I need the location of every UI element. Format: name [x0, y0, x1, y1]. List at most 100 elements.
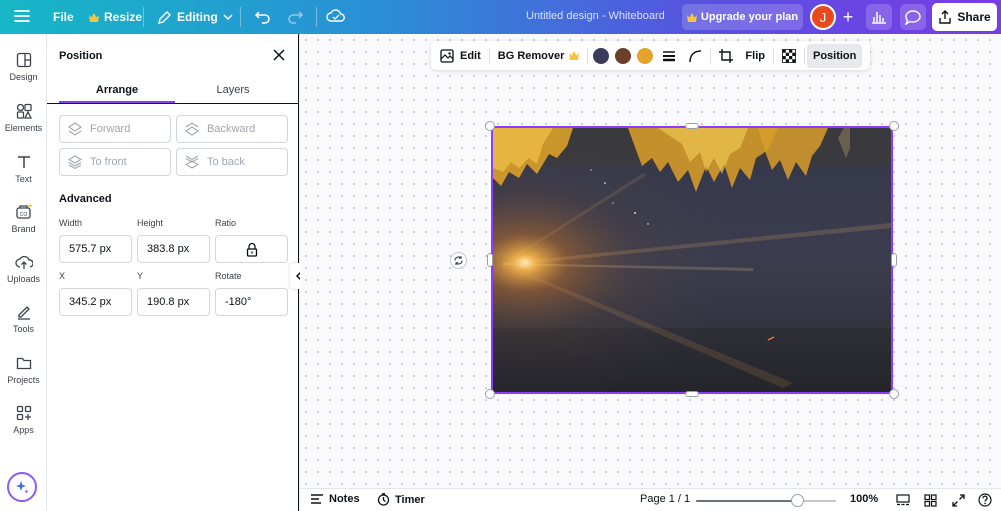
sidebar-item-label: Design: [9, 72, 38, 82]
panel-title: Position: [59, 50, 103, 62]
edit-image-button[interactable]: Edit: [434, 44, 487, 68]
resize-handle-bottom[interactable]: [685, 391, 699, 397]
sidebar-item-uploads[interactable]: Uploads: [0, 254, 47, 284]
y-input[interactable]: 190.8 px: [137, 288, 210, 316]
width-input[interactable]: 575.7 px: [59, 235, 132, 263]
grid-view-icon[interactable]: [924, 494, 937, 507]
crop-icon: [719, 48, 734, 63]
rotate-icon: [453, 255, 464, 266]
divider: [47, 103, 299, 104]
comment-button[interactable]: [900, 4, 926, 30]
avatar[interactable]: J: [810, 4, 836, 30]
tab-layers[interactable]: Layers: [175, 84, 291, 96]
speech-bubble-icon: [905, 9, 921, 25]
share-button[interactable]: Share: [932, 3, 997, 31]
add-collaborator-button[interactable]: +: [838, 4, 858, 30]
height-input[interactable]: 383.8 px: [137, 235, 210, 263]
border-style-button[interactable]: [656, 44, 682, 68]
position-button[interactable]: Position: [806, 43, 863, 68]
height-label: Height: [137, 218, 164, 228]
zoom-slider-thumb[interactable]: [790, 494, 804, 507]
chevron-down-icon: [223, 12, 233, 22]
upgrade-plan-button[interactable]: Upgrade your plan: [682, 4, 803, 30]
resize-handle-top-right[interactable]: [889, 121, 899, 131]
ratio-lock-button[interactable]: [215, 235, 288, 263]
close-icon[interactable]: [271, 47, 287, 63]
svg-text:CO: CO: [19, 212, 27, 218]
file-label: File: [53, 10, 74, 24]
x-input[interactable]: 345.2 px: [59, 288, 132, 316]
resize-handle-bottom-left[interactable]: [485, 389, 495, 399]
forward-button[interactable]: Forward: [59, 115, 171, 143]
page-view-icon[interactable]: [896, 494, 910, 506]
timer-button[interactable]: Timer: [377, 493, 425, 506]
selected-image[interactable]: [491, 126, 893, 394]
ratio-label: Ratio: [215, 218, 237, 228]
fullscreen-icon[interactable]: [952, 494, 965, 507]
layer-to-front-icon: [68, 155, 82, 169]
sidebar-item-text[interactable]: Text: [0, 154, 47, 184]
sidebar-item-label: Uploads: [6, 274, 41, 284]
crown-icon: [686, 12, 697, 22]
hamburger-icon[interactable]: [13, 7, 31, 25]
resize-button[interactable]: Resize: [83, 4, 148, 30]
undo-icon[interactable]: [254, 8, 272, 24]
sidebar-item-label: Tools: [12, 324, 34, 334]
width-label: Width: [59, 218, 83, 228]
resize-handle-left[interactable]: [487, 253, 493, 267]
file-menu[interactable]: File: [47, 4, 80, 30]
to-back-button[interactable]: To back: [176, 148, 288, 176]
help-icon[interactable]: [978, 493, 992, 507]
sidebar-item-elements[interactable]: Elements: [0, 103, 47, 133]
resize-handle-right[interactable]: [891, 253, 897, 267]
apps-icon: [16, 405, 32, 421]
layer-forward-icon: [68, 122, 82, 136]
redo-icon[interactable]: [286, 8, 304, 24]
rotate-handle[interactable]: [450, 252, 467, 269]
cloud-upload-icon: [14, 254, 33, 270]
sidebar-item-apps[interactable]: Apps: [0, 405, 47, 435]
sidebar-item-projects[interactable]: Projects: [0, 355, 47, 385]
color-swatch[interactable]: [615, 47, 632, 64]
bg-remover-button[interactable]: BG Remover: [492, 44, 586, 68]
divider: [488, 47, 490, 64]
backward-label: Backward: [207, 123, 256, 135]
bar-chart-icon: [871, 10, 887, 24]
divider: [710, 47, 712, 64]
notes-button[interactable]: Notes: [310, 493, 360, 505]
editing-mode-dropdown[interactable]: Editing: [151, 4, 239, 30]
resize-handle-bottom-right[interactable]: [889, 389, 899, 399]
sidebar-item-tools[interactable]: Tools: [0, 304, 47, 334]
editing-label: Editing: [177, 10, 218, 24]
corner-rounding-button[interactable]: [682, 44, 708, 68]
cloud-save-icon[interactable]: [326, 8, 346, 24]
zoom-level[interactable]: 100%: [850, 493, 878, 505]
line-weight-icon: [662, 50, 676, 62]
rotate-input[interactable]: -180°: [215, 288, 288, 316]
resize-handle-top-left[interactable]: [485, 121, 495, 131]
layer-backward-icon: [185, 122, 199, 136]
left-sidebar: Design Elements Text CO Brand Uploads To…: [0, 34, 47, 511]
backward-button[interactable]: Backward: [176, 115, 288, 143]
edit-label: Edit: [460, 49, 481, 62]
page-indicator[interactable]: Page 1 / 1: [640, 493, 690, 505]
share-label: Share: [957, 10, 991, 24]
sidebar-item-design[interactable]: Design: [0, 52, 47, 82]
transparency-button[interactable]: [776, 44, 802, 68]
document-title[interactable]: Untitled design - Whiteboard: [526, 10, 665, 22]
analytics-button[interactable]: [866, 4, 892, 30]
to-back-label: To back: [207, 156, 245, 168]
magic-assistant-button[interactable]: [7, 472, 37, 502]
tab-arrange[interactable]: Arrange: [59, 84, 175, 96]
to-front-button[interactable]: To front: [59, 148, 171, 176]
resize-handle-top[interactable]: [685, 123, 699, 129]
sidebar-item-brand[interactable]: CO Brand: [0, 204, 47, 234]
zoom-slider[interactable]: [696, 494, 836, 507]
position-panel: Position Arrange Layers Forward Backward…: [47, 34, 299, 511]
y-label: Y: [137, 271, 144, 281]
color-swatch[interactable]: [637, 47, 654, 64]
crop-button[interactable]: [713, 44, 739, 68]
flip-button[interactable]: Flip: [739, 44, 771, 68]
context-toolbar: Edit BG Remover Flip Position: [431, 41, 870, 70]
color-swatch[interactable]: [593, 47, 610, 64]
